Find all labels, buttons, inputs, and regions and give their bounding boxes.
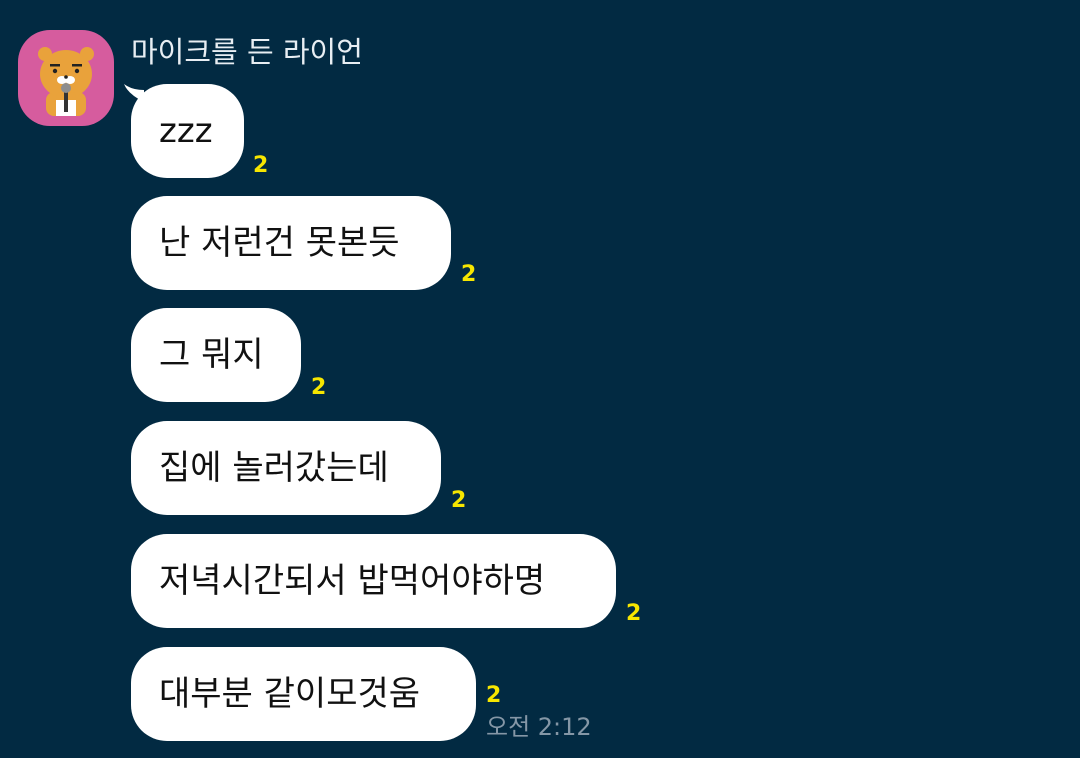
message-text: 그 뭐지 [159,335,264,375]
message-timestamp: 오전 2:12 [486,713,592,741]
message-bubble[interactable]: 저녁시간되서 밥먹어야하명 [131,534,616,628]
sender-name: 마이크를 든 라이언 [131,35,363,69]
message-bubble[interactable]: 대부분 같이모것움 [131,647,476,741]
unread-count: 2 [253,153,269,178]
message-text: 저녁시간되서 밥먹어야하명 [159,561,546,601]
sender-avatar[interactable] [18,30,114,126]
message-text: 집에 놀러갔는데 [159,448,389,488]
unread-count: 2 [461,262,477,287]
unread-count: 2 [311,375,327,400]
message-text: 대부분 같이모것움 [159,674,421,714]
message-bubble[interactable]: zzz [131,84,244,178]
unread-count: 2 [626,601,642,626]
unread-count: 2 [486,683,502,708]
message-bubble[interactable]: 그 뭐지 [131,308,301,402]
message-bubble[interactable]: 집에 놀러갔는데 [131,421,441,515]
message-text: 난 저런건 못본듯 [159,223,400,263]
message-text: zzz [159,111,213,151]
unread-count: 2 [451,488,467,513]
message-bubble[interactable]: 난 저런건 못본듯 [131,196,451,290]
ryan-with-microphone-icon [38,47,94,116]
